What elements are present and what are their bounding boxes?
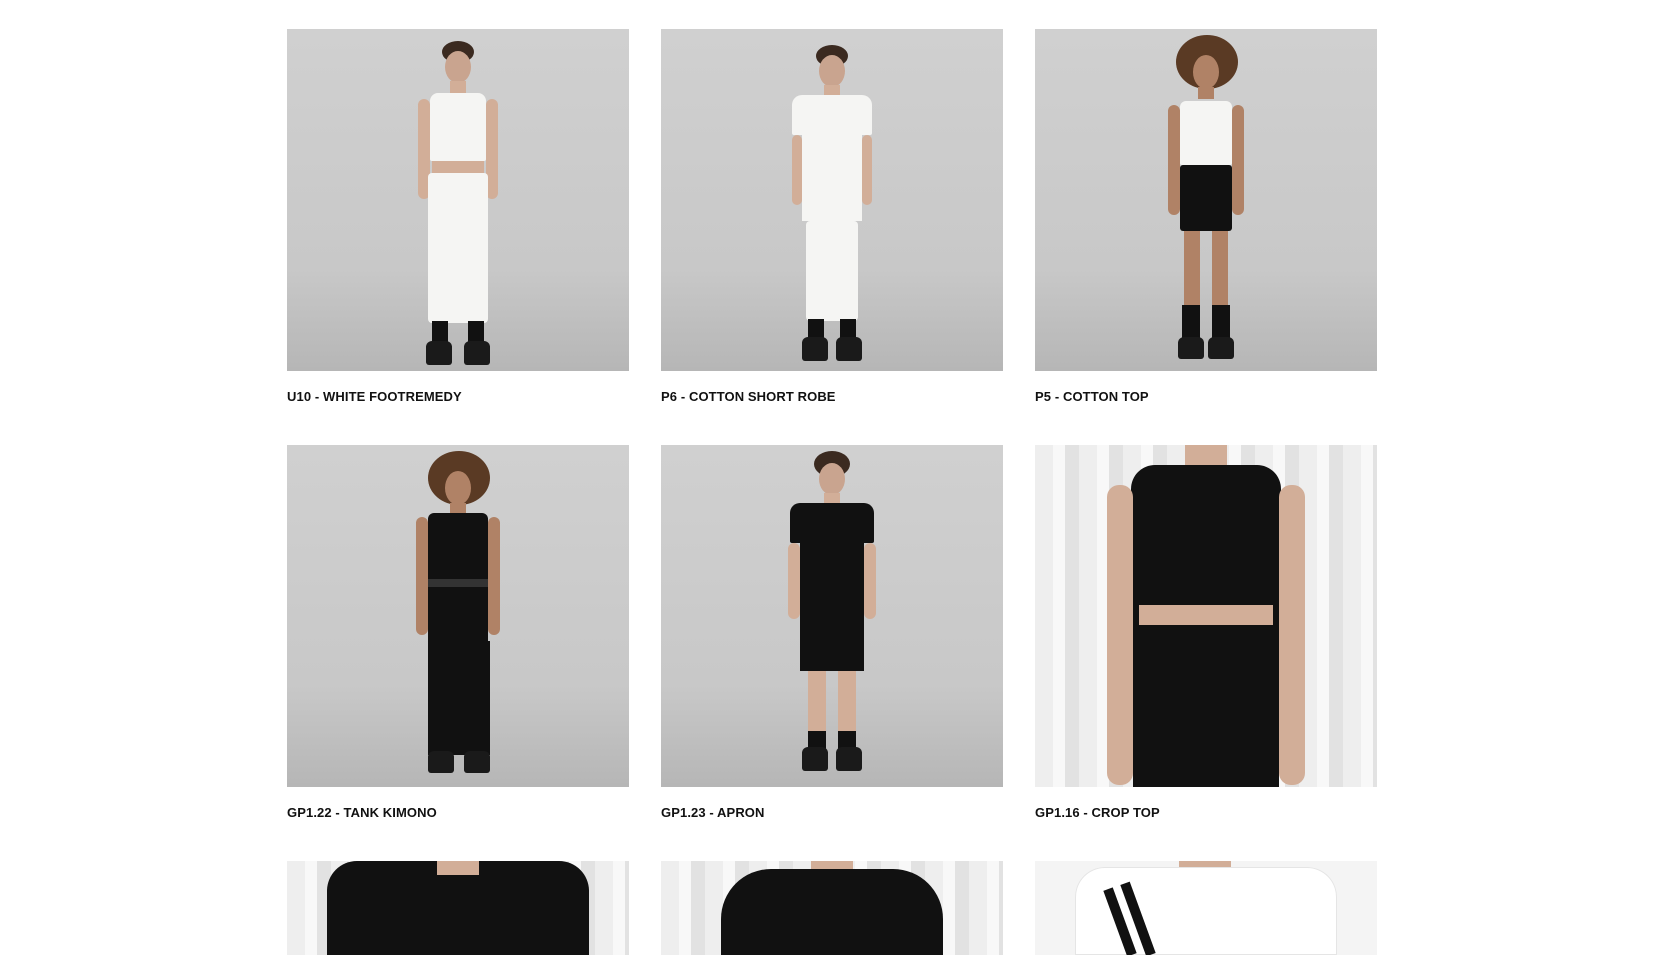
product-image[interactable] bbox=[1035, 445, 1377, 787]
product-title[interactable]: P5 - COTTON TOP bbox=[1035, 389, 1377, 445]
product-card[interactable]: GP1.23 - APRON bbox=[661, 445, 1003, 861]
product-image[interactable] bbox=[661, 445, 1003, 787]
product-grid: U10 - WHITE FOOTREMEDY P6 - COTTON SHORT… bbox=[287, 29, 1377, 955]
product-card[interactable] bbox=[661, 861, 1003, 955]
product-card[interactable]: GP1.16 - CROP TOP bbox=[1035, 445, 1377, 861]
product-image[interactable] bbox=[661, 29, 1003, 371]
product-title[interactable]: GP1.16 - CROP TOP bbox=[1035, 805, 1377, 861]
product-title[interactable]: GP1.22 - TANK KIMONO bbox=[287, 805, 629, 861]
product-title[interactable]: GP1.23 - APRON bbox=[661, 805, 1003, 861]
product-image[interactable] bbox=[287, 445, 629, 787]
product-image[interactable] bbox=[1035, 861, 1377, 955]
product-card[interactable]: P5 - COTTON TOP bbox=[1035, 29, 1377, 445]
product-image[interactable] bbox=[661, 861, 1003, 955]
product-card[interactable] bbox=[1035, 861, 1377, 955]
product-title[interactable]: U10 - WHITE FOOTREMEDY bbox=[287, 389, 629, 445]
product-card[interactable] bbox=[287, 861, 629, 955]
product-card[interactable]: P6 - COTTON SHORT ROBE bbox=[661, 29, 1003, 445]
product-image[interactable] bbox=[287, 29, 629, 371]
product-image[interactable] bbox=[287, 861, 629, 955]
product-title[interactable]: P6 - COTTON SHORT ROBE bbox=[661, 389, 1003, 445]
product-card[interactable]: U10 - WHITE FOOTREMEDY bbox=[287, 29, 629, 445]
product-card[interactable]: GP1.22 - TANK KIMONO bbox=[287, 445, 629, 861]
product-image[interactable] bbox=[1035, 29, 1377, 371]
